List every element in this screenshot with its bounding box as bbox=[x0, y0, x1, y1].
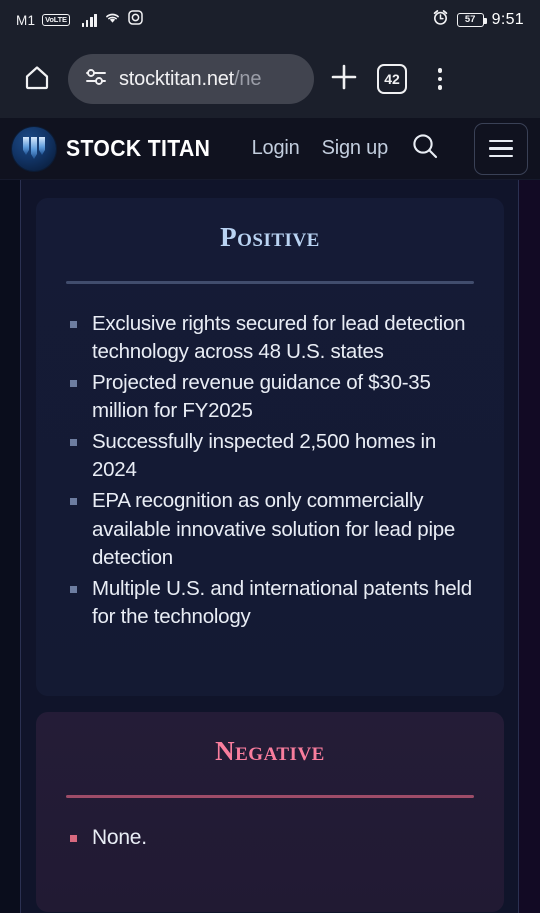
positive-sentiment-card: Positive Exclusive rights secured for le… bbox=[36, 198, 504, 696]
list-item: Multiple U.S. and international patents … bbox=[66, 575, 474, 632]
url-path: /ne bbox=[234, 67, 262, 90]
browser-menu-button[interactable] bbox=[416, 68, 464, 90]
signal-strength-icon bbox=[81, 13, 97, 27]
list-item: Projected revenue guidance of $30-35 mil… bbox=[66, 369, 474, 426]
stock-titan-logo-icon bbox=[12, 126, 56, 171]
site-menu-button[interactable] bbox=[474, 122, 528, 175]
brand-name: STOCK TITAN bbox=[66, 135, 211, 161]
alarm-icon bbox=[432, 9, 449, 31]
header-nav: Login Sign up bbox=[252, 122, 528, 175]
more-vertical-icon bbox=[437, 68, 443, 90]
search-icon bbox=[410, 131, 440, 166]
page-content: Positive Exclusive rights secured for le… bbox=[0, 180, 540, 913]
negative-points-list: None. bbox=[66, 824, 474, 853]
negative-card-divider bbox=[66, 795, 474, 798]
signup-link[interactable]: Sign up bbox=[322, 137, 389, 160]
hamburger-icon bbox=[489, 139, 513, 158]
new-tab-button[interactable] bbox=[320, 62, 368, 97]
tab-count-badge: 42 bbox=[377, 64, 407, 94]
site-header: STOCK TITAN Login Sign up bbox=[0, 118, 540, 180]
battery-indicator: 57 bbox=[456, 13, 487, 27]
positive-card-divider bbox=[66, 281, 474, 284]
url-text: stocktitan.net/ne bbox=[119, 68, 261, 91]
login-link[interactable]: Login bbox=[252, 137, 300, 160]
brand-logo-link[interactable]: STOCK TITAN bbox=[12, 126, 223, 171]
phone-screen: M1 VoLTE 57 9:51 stocktitan.net/ne 42 ST… bbox=[0, 0, 540, 913]
status-bar-right: 57 9:51 bbox=[432, 9, 524, 31]
search-button[interactable] bbox=[410, 131, 440, 166]
positive-points-list: Exclusive rights secured for lead detect… bbox=[66, 310, 474, 633]
negative-sentiment-card: Negative None. bbox=[36, 712, 504, 912]
positive-card-title: Positive bbox=[220, 222, 320, 252]
home-icon bbox=[22, 62, 52, 97]
content-left-edge bbox=[20, 180, 21, 913]
camera-icon bbox=[127, 10, 143, 30]
address-bar[interactable]: stocktitan.net/ne bbox=[68, 54, 314, 104]
list-item: Successfully inspected 2,500 homes in 20… bbox=[66, 428, 474, 485]
list-item: EPA recognition as only commercially ava… bbox=[66, 487, 474, 573]
status-bar-left: M1 VoLTE bbox=[16, 10, 432, 30]
volte-badge: VoLTE bbox=[42, 14, 70, 26]
content-right-edge bbox=[518, 180, 519, 913]
url-domain: stocktitan.net bbox=[119, 67, 235, 90]
home-button[interactable] bbox=[14, 62, 60, 97]
carrier-label: M1 bbox=[16, 12, 36, 28]
list-item: None. bbox=[66, 824, 474, 853]
tab-switcher-button[interactable]: 42 bbox=[368, 64, 416, 94]
browser-toolbar: stocktitan.net/ne 42 bbox=[0, 40, 540, 118]
site-settings-icon[interactable] bbox=[84, 67, 108, 92]
wifi-icon bbox=[104, 11, 121, 29]
status-bar-clock: 9:51 bbox=[491, 11, 524, 28]
android-status-bar: M1 VoLTE 57 9:51 bbox=[0, 0, 540, 40]
list-item: Exclusive rights secured for lead detect… bbox=[66, 310, 474, 367]
plus-icon bbox=[329, 62, 359, 97]
battery-percent-label: 57 bbox=[464, 14, 476, 26]
negative-card-title: Negative bbox=[215, 736, 325, 766]
